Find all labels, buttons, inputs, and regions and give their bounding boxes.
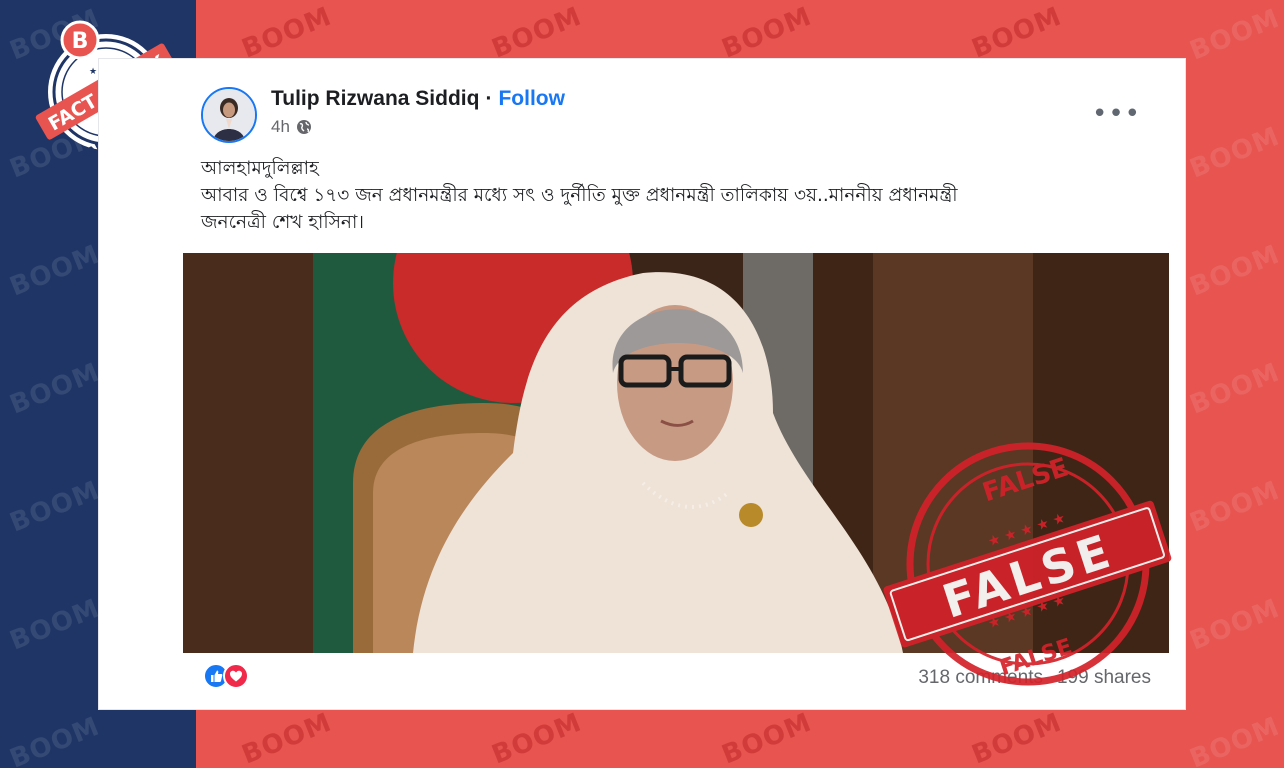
author-row: Tulip Rizwana Siddiq · Follow <box>271 87 565 111</box>
separator-dot: · <box>485 87 493 110</box>
post-text: আলহামদুলিল্লাহ আবার ও বিশ্বে ১৭৩ জন প্রধ… <box>201 155 1151 236</box>
post-meta: 4h <box>271 117 312 137</box>
follow-button[interactable]: Follow <box>498 87 565 111</box>
reactions-summary[interactable] <box>203 663 249 689</box>
love-icon <box>223 663 249 689</box>
avatar[interactable] <box>201 87 257 143</box>
stamp-text-top: FALSE <box>979 453 1072 509</box>
more-options-button[interactable]: ••• <box>1092 99 1141 129</box>
badge-letter: B <box>72 29 89 54</box>
false-stamp: FALSE FALSE ★ ★ ★ ★ ★ ★ ★ ★ ★ ★ FALSE <box>883 442 1172 686</box>
avatar-silhouette-icon <box>203 89 255 141</box>
post-text-line: আবার ও বিশ্বে ১৭৩ জন প্রধানমন্ত্রীর মধ্য… <box>201 185 958 206</box>
post-text-line: জননেত্রী শেখ হাসিনা। <box>201 212 364 233</box>
post-time[interactable]: 4h <box>271 117 290 137</box>
post-text-line: আলহামদুলিল্লাহ <box>201 158 319 179</box>
author-name[interactable]: Tulip Rizwana Siddiq <box>271 87 479 111</box>
globe-icon <box>296 120 311 134</box>
